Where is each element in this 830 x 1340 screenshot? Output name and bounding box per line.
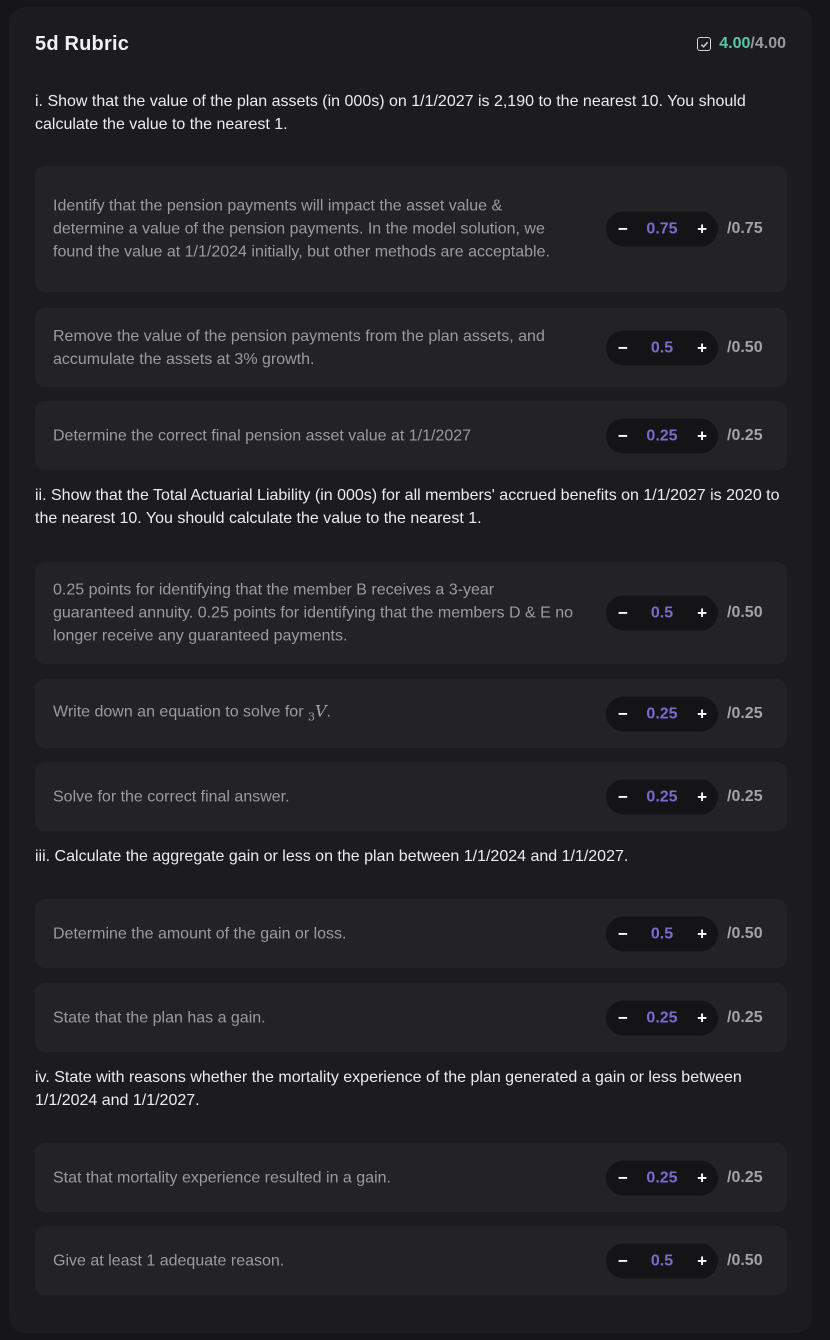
- increment-button[interactable]: +: [697, 779, 707, 814]
- score-stepper: − 0.5 +: [606, 1243, 718, 1278]
- score-max: /0.25: [727, 787, 763, 805]
- criterion-text: Solve for the correct final answer.: [53, 788, 290, 805]
- math-variable: V: [314, 700, 327, 720]
- increment-button[interactable]: +: [697, 212, 707, 247]
- score-stepper: − 0.25 +: [606, 1160, 718, 1195]
- total-score-value: 4.00: [719, 35, 751, 52]
- math-subscript: 3: [307, 710, 315, 724]
- increment-button[interactable]: +: [697, 696, 707, 731]
- criterion-text: Remove the value of the pension payments…: [53, 327, 545, 368]
- criterion-card: Give at least 1 adequate reason. − 0.5 +…: [35, 1226, 787, 1295]
- criterion-text: Determine the correct final pension asse…: [53, 427, 472, 444]
- increment-button[interactable]: +: [697, 1160, 707, 1195]
- criterion-card: Determine the correct final pension asse…: [35, 401, 787, 470]
- score-stepper: − 0.75 +: [606, 211, 718, 247]
- criterion-card: Identify that the pension payments will …: [35, 166, 787, 292]
- rubric-header: 5d Rubric 4.00/4.00: [35, 31, 786, 57]
- rubric-panel: 5d Rubric 4.00/4.00 i. Show that the val…: [9, 7, 812, 1333]
- score-max: /0.50: [727, 604, 763, 621]
- rubric-title: 5d Rubric: [35, 33, 130, 55]
- score-max: /0.50: [727, 338, 763, 356]
- score-max: /0.25: [727, 704, 763, 722]
- question-ii: ii. Show that the Total Actuarial Liabil…: [35, 487, 780, 527]
- score-stepper: − 0.5 +: [606, 916, 718, 951]
- criterion-text: Stat that mortality experience resulted …: [53, 1169, 391, 1186]
- criterion-card: Write down an equation to solve for 3V. …: [35, 679, 787, 748]
- score-stepper: − 0.25 +: [606, 418, 718, 453]
- criterion-card: Stat that mortality experience resulted …: [35, 1143, 787, 1212]
- question-iv: iv. State with reasons whether the morta…: [35, 1069, 742, 1109]
- criterion-text-end: .: [326, 702, 331, 720]
- question-i: i. Show that the value of the plan asset…: [35, 93, 746, 133]
- score-stepper: − 0.25 +: [606, 779, 718, 814]
- score-max: /0.25: [727, 1168, 763, 1186]
- increment-button[interactable]: +: [697, 916, 707, 951]
- score-stepper: − 0.5 +: [606, 330, 718, 365]
- score-max: /0.25: [727, 426, 763, 444]
- criterion-card: Determine the amount of the gain or loss…: [35, 899, 787, 968]
- increment-button[interactable]: +: [697, 1000, 707, 1035]
- question-iii: iii. Calculate the aggregate gain or les…: [35, 848, 629, 865]
- total-score-max: /4.00: [750, 35, 786, 52]
- criterion-text: Give at least 1 adequate reason.: [53, 1252, 285, 1269]
- score-max: /0.50: [727, 1251, 763, 1269]
- criterion-text: Identify that the pension payments will …: [53, 197, 550, 261]
- criterion-card: Solve for the correct final answer. − 0.…: [35, 762, 787, 831]
- criterion-text: Write down an equation to solve for 3V.: [53, 699, 573, 728]
- increment-button[interactable]: +: [697, 596, 707, 631]
- math-expression: 3V: [307, 700, 327, 724]
- increment-button[interactable]: +: [697, 1243, 707, 1278]
- increment-button[interactable]: +: [697, 330, 707, 365]
- score-max: /0.75: [727, 220, 763, 237]
- criterion-card: State that the plan has a gain. − 0.25 +…: [35, 983, 787, 1052]
- score-stepper: − 0.25 +: [606, 1000, 718, 1035]
- score-max: /0.50: [727, 924, 763, 942]
- checkbox-icon[interactable]: [697, 37, 712, 51]
- criterion-card: Remove the value of the pension payments…: [35, 308, 787, 387]
- criterion-text: State that the plan has a gain.: [53, 1009, 266, 1026]
- score-max: /0.25: [727, 1008, 763, 1026]
- increment-button[interactable]: +: [697, 418, 707, 453]
- criterion-text: Determine the amount of the gain or loss…: [53, 925, 347, 942]
- score-stepper: − 0.25 +: [606, 696, 718, 731]
- criterion-card: 0.25 points for identifying that the mem…: [35, 562, 787, 664]
- criterion-text: 0.25 points for identifying that the mem…: [53, 581, 574, 645]
- score-stepper: − 0.5 +: [606, 595, 718, 631]
- total-score: 4.00/4.00: [697, 35, 786, 53]
- criterion-text-part: Write down an equation to solve for: [53, 702, 308, 720]
